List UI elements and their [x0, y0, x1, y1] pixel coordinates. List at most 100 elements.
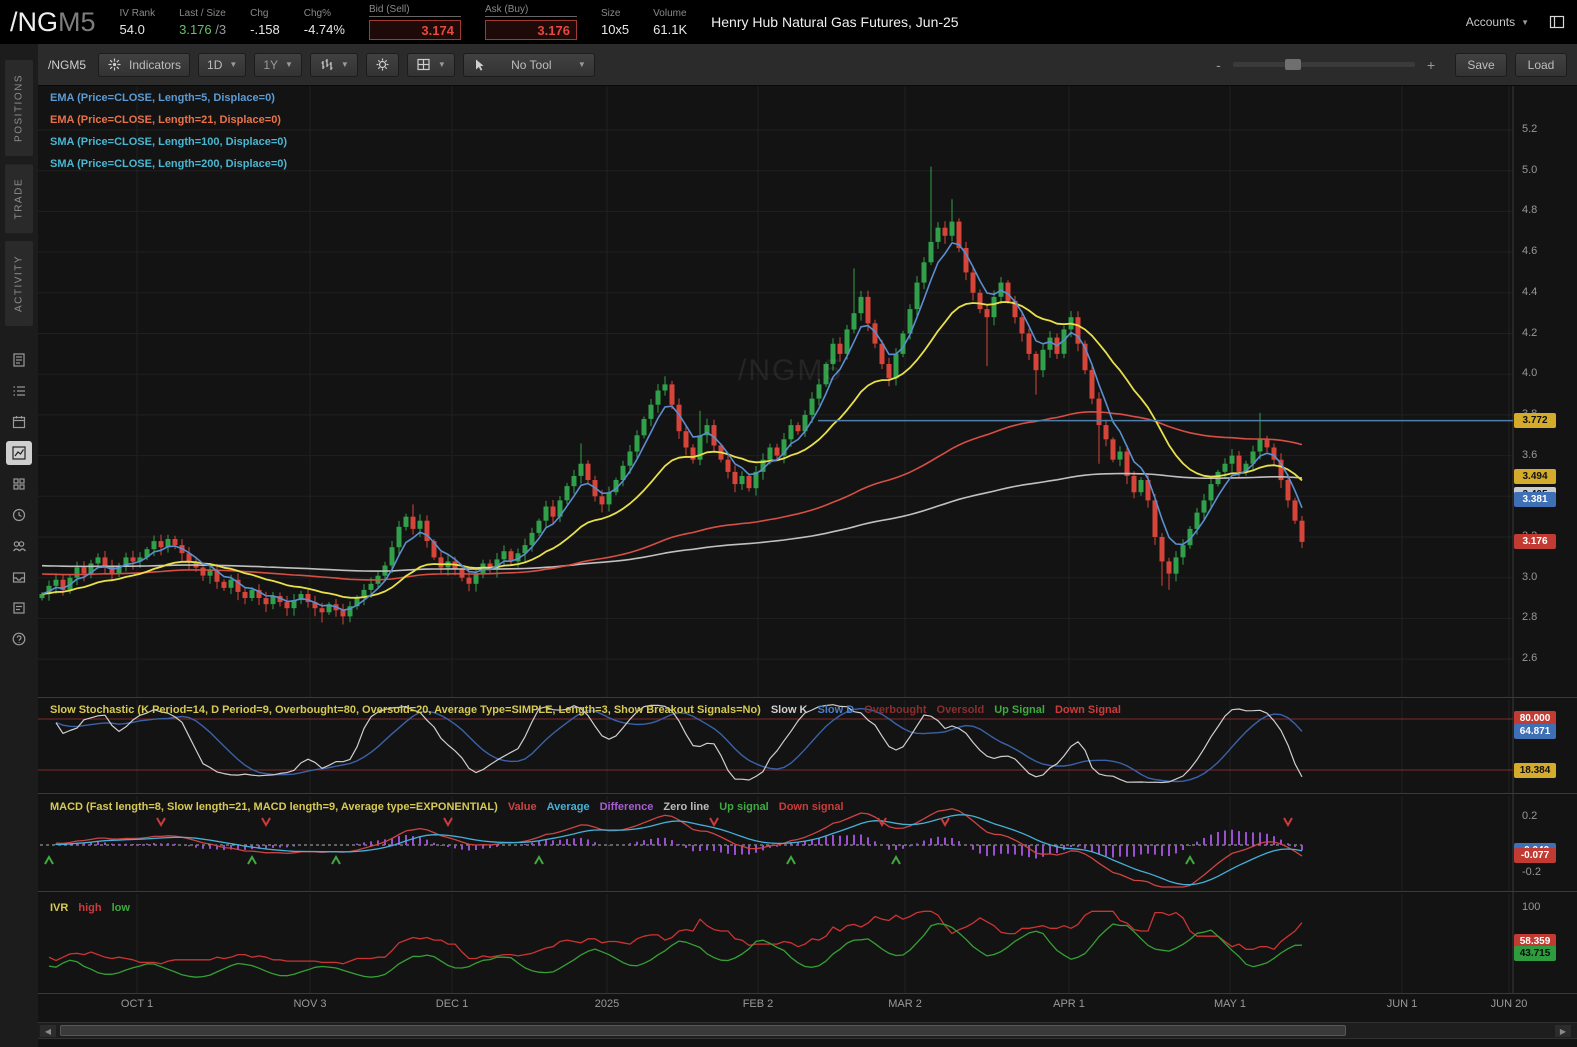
- calendar-icon: [12, 416, 26, 429]
- chart-area[interactable]: EMA (Price=CLOSE, Length=5, Displace=0) …: [38, 86, 1577, 1047]
- chart-type-dropdown[interactable]: ▼: [309, 52, 358, 77]
- field-size: Size 10x5: [601, 8, 629, 37]
- legend-item: high: [78, 902, 102, 914]
- sidebar-item-calendar[interactable]: [6, 410, 32, 434]
- zoom-slider[interactable]: [1232, 59, 1415, 70]
- time-scrollbar[interactable]: ◀ ▶: [38, 1022, 1577, 1039]
- sidebar-tab-activity[interactable]: ACTIVITY: [5, 241, 33, 327]
- legend-item: Average: [546, 801, 590, 813]
- legend-item: Slow K: [770, 704, 808, 716]
- x-axis-label: DEC 1: [435, 998, 469, 1010]
- load-button[interactable]: Load: [1515, 52, 1567, 77]
- workspace-icon[interactable]: [1549, 15, 1565, 29]
- chg-pct-label: Chg%: [303, 7, 332, 19]
- field-last-size: Last / Size 3.176 /3: [179, 8, 226, 37]
- x-axis-label: MAR 2: [888, 998, 922, 1010]
- field-bid: Bid (Sell) 3.174: [368, 4, 461, 40]
- sidebar-item-report[interactable]: [6, 348, 32, 372]
- contract-title: Henry Hub Natural Gas Futures, Jun-25: [711, 14, 959, 30]
- legend-item: low: [111, 902, 130, 914]
- indicators-label: Indicators: [129, 57, 182, 72]
- study-title[interactable]: MACD (Fast length=8, Slow length=21, MAC…: [50, 801, 498, 813]
- scroll-right-button[interactable]: ▶: [1555, 1025, 1571, 1037]
- ema5-line: [41, 242, 1303, 611]
- zoom-out-button[interactable]: -: [1212, 57, 1225, 73]
- timeframe-dropdown[interactable]: 1D ▼: [198, 52, 247, 77]
- ivr-study-label: IVR high low: [50, 902, 130, 914]
- toolbar-symbol: /NGM5: [48, 57, 87, 72]
- sidebar-icon-stack: [6, 348, 32, 651]
- x-axis-label: FEB 2: [742, 998, 774, 1010]
- sidebar-item-inbox[interactable]: [6, 565, 32, 589]
- x-axis-label: 2025: [594, 998, 620, 1010]
- sidebar-item-help[interactable]: [6, 627, 32, 651]
- volume-label: Volume: [653, 7, 687, 19]
- last-size-value: 3.176 /3: [179, 22, 226, 37]
- ask-button[interactable]: 3.176: [484, 20, 577, 40]
- layout-dropdown[interactable]: ▼: [406, 52, 455, 77]
- grid-icon: [13, 478, 25, 490]
- quote-header: /NG M5 IV Rank 54.0 Last / Size 3.176 /3…: [0, 0, 1577, 44]
- left-sidebar: POSITIONS TRADE ACTIVITY: [0, 44, 38, 1047]
- indicators-burst-icon: [108, 58, 121, 71]
- drawing-tool-dropdown[interactable]: No Tool ▼: [462, 52, 595, 77]
- sidebar-item-people[interactable]: [6, 534, 32, 558]
- legend-item: Slow D: [817, 704, 855, 716]
- save-button[interactable]: Save: [1455, 52, 1507, 77]
- sidebar-item-grid[interactable]: [6, 472, 32, 496]
- slow-d-line: [55, 707, 1303, 783]
- field-volume: Volume 61.1K: [653, 8, 687, 37]
- ask-label: Ask (Buy): [484, 4, 577, 17]
- chart-icon: [12, 446, 26, 460]
- field-chg-pct: Chg% -4.74%: [304, 8, 345, 37]
- accounts-dropdown[interactable]: Accounts ▼: [1460, 14, 1535, 30]
- range-dropdown[interactable]: 1Y ▼: [254, 52, 302, 77]
- ivr-low-line: [48, 922, 1303, 978]
- people-icon: [13, 541, 26, 552]
- x-axis-label: OCT 1: [120, 998, 154, 1010]
- symbol-suffix: M5: [58, 6, 96, 37]
- stochastic-study-label: Slow Stochastic (K Period=14, D Period=9…: [50, 704, 1121, 716]
- study-label-sma200[interactable]: SMA (Price=CLOSE, Length=200, Displace=0…: [50, 158, 287, 170]
- cursor-icon: [475, 59, 484, 71]
- chevron-down-icon: ▼: [577, 60, 586, 69]
- scrollbar-thumb[interactable]: [60, 1025, 1346, 1036]
- sidebar-item-watchlist[interactable]: [6, 379, 32, 403]
- candles-icon: [321, 59, 333, 70]
- size-value: 10x5: [600, 21, 630, 37]
- help-icon: [12, 632, 26, 646]
- sidebar-tab-trade[interactable]: TRADE: [5, 163, 33, 234]
- indicators-button[interactable]: Indicators: [98, 52, 191, 77]
- scroll-left-button[interactable]: ◀: [40, 1025, 56, 1037]
- legend-item: Down signal: [778, 801, 844, 813]
- legend-item: Down Signal: [1054, 704, 1121, 716]
- bid-value: 3.174: [421, 22, 454, 38]
- sidebar-tab-positions[interactable]: POSITIONS: [5, 60, 33, 156]
- watchlist-icon: [13, 386, 25, 396]
- legend-item: Oversold: [936, 704, 985, 716]
- study-label-ema21[interactable]: EMA (Price=CLOSE, Length=21, Displace=0): [50, 114, 281, 126]
- study-title[interactable]: IVR: [50, 902, 68, 914]
- chevron-down-icon: ▼: [437, 60, 446, 69]
- zoom-slider-handle[interactable]: [1284, 59, 1301, 70]
- x-axis-label: APR 1: [1053, 998, 1085, 1010]
- sidebar-item-widget[interactable]: [6, 596, 32, 620]
- bid-button[interactable]: 3.174: [368, 20, 461, 40]
- study-label-ema5[interactable]: EMA (Price=CLOSE, Length=5, Displace=0): [50, 92, 275, 104]
- iv-rank-value: 54.0: [119, 21, 145, 37]
- study-title[interactable]: Slow Stochastic (K Period=14, D Period=9…: [50, 704, 761, 716]
- accounts-label: Accounts: [1465, 15, 1516, 29]
- iv-rank-label: IV Rank: [119, 7, 156, 19]
- legend-item: Difference: [599, 801, 654, 813]
- zoom-in-button[interactable]: +: [1423, 57, 1439, 73]
- field-iv-rank: IV Rank 54.0: [120, 8, 156, 37]
- sidebar-item-history[interactable]: [6, 503, 32, 527]
- chevron-down-icon: ▼: [229, 60, 238, 69]
- volume-value: 61.1K: [653, 21, 688, 37]
- header-right: Accounts ▼: [1460, 14, 1577, 30]
- study-label-sma100[interactable]: SMA (Price=CLOSE, Length=100, Displace=0…: [50, 136, 287, 148]
- inbox-icon: [12, 572, 26, 583]
- settings-button[interactable]: [365, 52, 399, 77]
- bid-label: Bid (Sell): [368, 4, 461, 17]
- sidebar-item-chart[interactable]: [6, 441, 32, 466]
